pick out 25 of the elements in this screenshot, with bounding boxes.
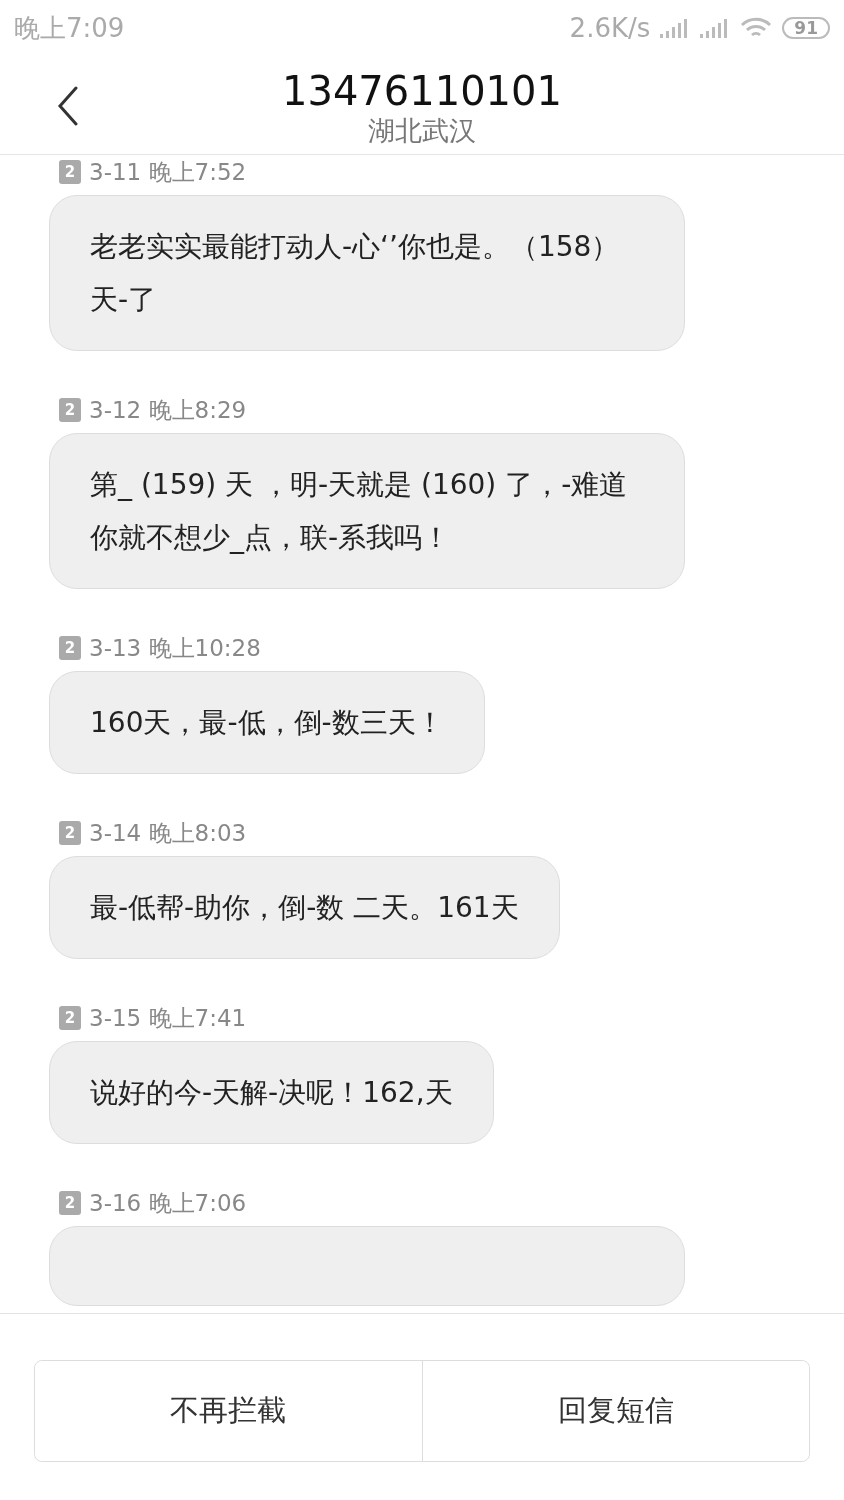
sim-badge: 2: [59, 821, 81, 845]
message-time: 3-12 晚上8:29: [89, 395, 247, 425]
message-bubble: 第_ (159) 天 ，明-天就是 (160) 了，-难道你就不想少_点，联-系我吗！: [49, 433, 685, 589]
message-time: 3-11 晚上7:52: [89, 157, 247, 187]
wifi-icon: [740, 17, 773, 39]
sim-badge: 2: [59, 1191, 81, 1215]
sim-badge: 2: [59, 160, 81, 184]
sim-badge: 2: [59, 398, 81, 422]
message-bubble: 老老实实最能打动人-心‘’你也是。（158）天-了: [49, 195, 685, 351]
contact-number: 13476110101: [282, 68, 562, 114]
message-time: 3-13 晚上10:28: [89, 633, 261, 663]
contact-location: 湖北武汉: [368, 114, 476, 148]
message-bubble: 最-低帮-助你，倒-数 二天。161天: [49, 856, 560, 959]
message-time: 3-16 晚上7:06: [89, 1188, 247, 1218]
status-time: 晚上7:09: [14, 11, 125, 45]
sim-badge: 2: [59, 636, 81, 660]
sim-badge: 2: [59, 1006, 81, 1030]
message-time: 3-15 晚上7:41: [89, 1003, 247, 1033]
message-bubble: 160天，最-低，倒-数三天！: [49, 671, 485, 774]
back-icon[interactable]: [56, 86, 80, 126]
message-bubble: 说好的今-天解-决呢！162,天: [49, 1041, 494, 1144]
action-button[interactable]: 回复短信: [421, 1361, 809, 1461]
battery-level: 91: [782, 17, 830, 39]
message-time: 3-14 晚上8:03: [89, 818, 247, 848]
network-speed: 2.6K/s: [569, 13, 651, 43]
